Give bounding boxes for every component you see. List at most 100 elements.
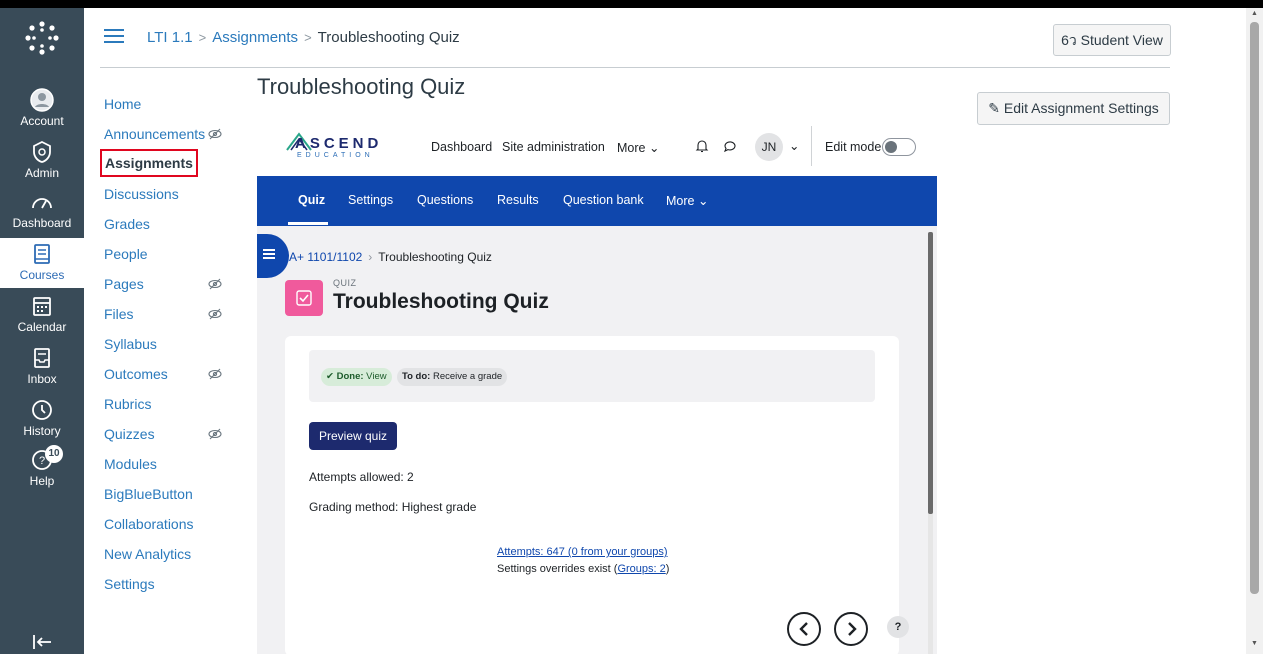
chevron-down-icon[interactable]: ⌄: [789, 138, 799, 153]
calendar-icon: [33, 297, 51, 316]
tab-results[interactable]: Results: [497, 193, 539, 207]
chevron-right-icon: [848, 622, 857, 636]
iframe-scrollbar-thumb[interactable]: [928, 232, 933, 514]
global-nav-label: Dashboard: [12, 216, 72, 230]
global-nav-label: History: [23, 424, 61, 438]
overrides-close: ): [665, 563, 670, 575]
clock-icon: [32, 400, 52, 420]
course-nav-quizzes[interactable]: Quizzes: [104, 422, 155, 446]
global-nav-courses[interactable]: Courses: [0, 238, 84, 288]
course-nav-settings[interactable]: Settings: [104, 572, 155, 596]
hidden-eye-icon: [208, 128, 222, 140]
course-nav-grades[interactable]: Grades: [104, 212, 150, 236]
global-nav-label: Inbox: [27, 372, 57, 386]
breadcrumb-assignments-link[interactable]: Assignments: [212, 29, 298, 46]
previous-activity-button[interactable]: [787, 612, 821, 646]
global-nav-dashboard[interactable]: Dashboard: [0, 186, 84, 236]
course-nav-collaborations[interactable]: Collaborations: [104, 512, 194, 536]
user-avatar[interactable]: JN: [755, 133, 783, 161]
tab-question-bank[interactable]: Question bank: [563, 193, 644, 207]
overrides-groups-link[interactable]: Groups: 2: [617, 563, 665, 575]
tab-settings[interactable]: Settings: [348, 193, 393, 207]
todo-badge: To do: Receive a grade: [397, 368, 508, 386]
attempts-link[interactable]: Attempts: 647 (0 from your groups): [497, 546, 668, 558]
check-icon: ✔: [326, 371, 334, 382]
hidden-eye-icon: [208, 428, 222, 440]
moodle-more-menu[interactable]: More ⌄: [617, 140, 659, 155]
global-nav-calendar[interactable]: Calendar: [0, 290, 84, 340]
page-scrollbar[interactable]: ▲ ▼: [1246, 8, 1263, 654]
ascend-logo-text[interactable]: ASCEND: [295, 135, 382, 152]
breadcrumb-separator: >: [304, 30, 312, 45]
student-view-label: Student View: [1080, 32, 1163, 48]
course-nav-home[interactable]: Home: [104, 92, 141, 116]
moodle-breadcrumb: A+ 1101/1102 › Troubleshooting Quiz: [289, 250, 492, 264]
global-nav: Account Admin Dashboard Courses Calendar…: [0, 8, 84, 654]
tab-questions[interactable]: Questions: [417, 193, 473, 207]
breadcrumb-current: Troubleshooting Quiz: [317, 29, 460, 46]
attempts-allowed-text: Attempts allowed: 2: [309, 470, 414, 484]
course-nav-rubrics[interactable]: Rubrics: [104, 392, 151, 416]
chevron-down-icon: ⌄: [648, 141, 660, 155]
course-nav-assignments[interactable]: Assignments: [100, 149, 198, 177]
active-tab-indicator: [288, 222, 328, 225]
preview-quiz-button[interactable]: Preview quiz: [309, 422, 397, 450]
quiz-info-card: ✔ Done: View To do: Receive a grade Prev…: [285, 336, 899, 654]
student-view-button[interactable]: 6ว Student View: [1053, 24, 1171, 56]
inbox-icon: [34, 348, 50, 368]
moodle-dashboard-link[interactable]: Dashboard: [431, 140, 492, 154]
help-badge: 10: [45, 445, 63, 463]
global-nav-inbox[interactable]: Inbox: [0, 342, 84, 392]
done-badge-value: View: [366, 371, 387, 382]
chat-bubble-icon[interactable]: [723, 139, 737, 153]
moodle-breadcrumb-course[interactable]: A+ 1101/1102: [289, 250, 362, 264]
global-nav-admin[interactable]: Admin: [0, 136, 84, 186]
edit-assignment-settings-button[interactable]: ✎ Edit Assignment Settings: [977, 92, 1170, 125]
course-nav-files[interactable]: Files: [104, 302, 134, 326]
overrides-label: Settings overrides exist (: [497, 563, 618, 575]
book-icon: [34, 244, 50, 264]
global-nav-account[interactable]: Account: [0, 84, 84, 134]
todo-badge-label: To do:: [402, 371, 431, 382]
hamburger-menu-icon[interactable]: [104, 28, 124, 44]
breadcrumb-course-link[interactable]: LTI 1.1: [147, 29, 193, 46]
course-nav-people[interactable]: People: [104, 242, 148, 266]
activity-type-label: QUIZ: [333, 278, 357, 288]
moodle-header: ASCEND EDUCATION Dashboard Site administ…: [257, 118, 937, 176]
scroll-down-arrow-icon[interactable]: ▼: [1250, 640, 1259, 648]
course-nav-announcements[interactable]: Announcements: [104, 122, 205, 146]
moodle-more-label: More: [617, 141, 646, 155]
course-nav-discussions[interactable]: Discussions: [104, 182, 179, 206]
course-nav-syllabus[interactable]: Syllabus: [104, 332, 157, 356]
grading-method-text: Grading method: Highest grade: [309, 500, 477, 514]
page-scrollbar-thumb[interactable]: [1250, 22, 1259, 594]
todo-badge-value: Receive a grade: [432, 371, 503, 382]
breadcrumb-separator-icon: ›: [368, 250, 373, 264]
next-activity-button[interactable]: [834, 612, 868, 646]
help-button[interactable]: ?: [887, 616, 909, 638]
moodle-site-admin-link[interactable]: Site administration: [502, 140, 605, 154]
overrides-text: Settings overrides exist (Groups: 2): [497, 563, 669, 575]
list-icon: [263, 249, 275, 259]
course-nav-pages[interactable]: Pages: [104, 272, 144, 296]
shield-icon: [33, 140, 51, 163]
scroll-up-arrow-icon[interactable]: ▲: [1250, 10, 1259, 18]
canvas-lms-page: Account Admin Dashboard Courses Calendar…: [0, 0, 1263, 654]
bell-icon[interactable]: [695, 139, 709, 153]
hidden-eye-icon: [208, 278, 222, 290]
hidden-eye-icon: [208, 368, 222, 380]
course-nav-bigbluebutton[interactable]: BigBlueButton: [104, 482, 193, 506]
global-nav-help[interactable]: ? 10 Help: [0, 444, 84, 494]
tab-quiz[interactable]: Quiz: [298, 193, 325, 207]
hidden-eye-icon: [208, 308, 222, 320]
course-nav-outcomes[interactable]: Outcomes: [104, 362, 168, 386]
page-title: Troubleshooting Quiz: [257, 74, 466, 99]
global-nav-history[interactable]: History: [0, 394, 84, 444]
tab-more[interactable]: More ⌄: [666, 193, 708, 208]
breadcrumb-separator: >: [198, 30, 207, 45]
canvas-logo-icon[interactable]: [24, 20, 60, 56]
collapse-nav-icon[interactable]: [30, 630, 54, 654]
edit-mode-toggle[interactable]: [882, 138, 916, 156]
course-nav-new-analytics[interactable]: New Analytics: [104, 542, 191, 566]
course-nav-modules[interactable]: Modules: [104, 452, 157, 476]
